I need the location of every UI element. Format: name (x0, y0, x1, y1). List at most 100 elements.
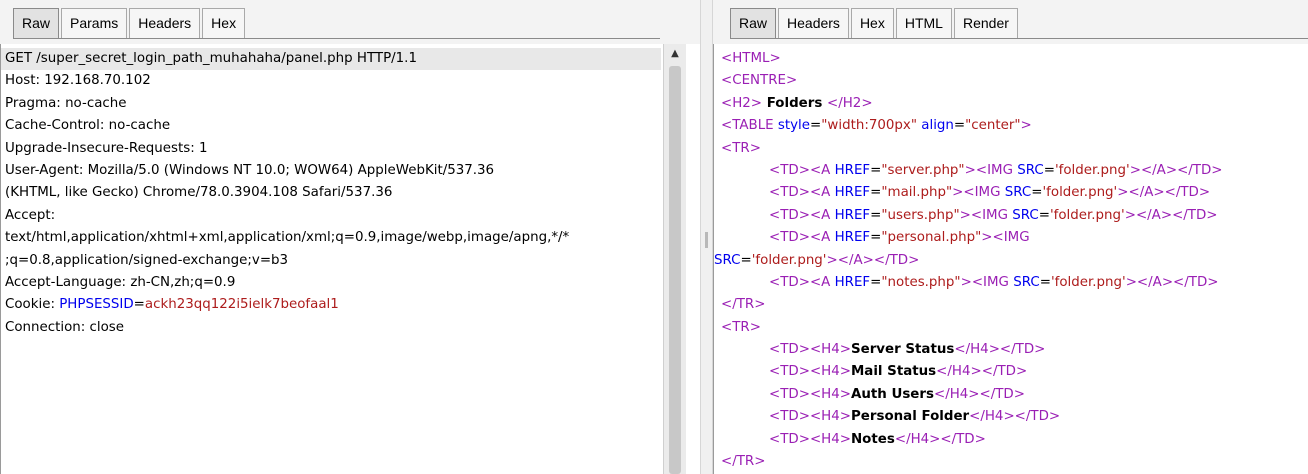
header-line[interactable]: Host: 192.168.70.102 (5, 70, 661, 92)
header-line[interactable]: text/html,application/xhtml+xml,applicat… (5, 227, 661, 249)
href-value: "personal.php" (881, 230, 982, 246)
code-line[interactable]: <TR> (721, 138, 1308, 160)
img-tag: <IMG (992, 230, 1030, 246)
h4-open-tag: <H4> (809, 409, 851, 425)
cookie-name[interactable]: PHPSESSID (59, 297, 133, 312)
src-attr: SRC (1013, 274, 1040, 290)
href-attr: HREF (834, 207, 871, 223)
h4-text: Server Status (850, 342, 955, 358)
header-line[interactable]: User-Agent: Mozilla/5.0 (Windows NT 10.0… (5, 160, 661, 182)
code-line[interactable]: <H2> Folders </H2> (721, 93, 1308, 115)
code-line[interactable]: SRC='folder.png'></A></TD> (714, 250, 1308, 272)
html-tag: <HTML> (721, 51, 781, 66)
header-line[interactable]: Accept-Language: zh-CN,zh;q=0.9 (5, 272, 661, 294)
code-line[interactable]: <TD><A HREF="notes.php"><IMG SRC='folder… (721, 272, 1308, 294)
href-attr: HREF (834, 185, 871, 201)
tab-html[interactable]: HTML (895, 8, 952, 38)
request-line[interactable]: GET /super_secret_login_path_muhahaha/pa… (1, 48, 661, 71)
header-line[interactable]: Accept: (5, 205, 661, 227)
href-attr: HREF (834, 230, 871, 246)
a-open-tag: <A (809, 185, 831, 201)
img-tag: <IMG (975, 162, 1013, 178)
request-scrollbar[interactable]: ▲ (663, 44, 686, 474)
tr-open-tag: <TR> (721, 140, 761, 156)
h2-text: Folders (762, 95, 827, 111)
td-close-tag: </TD> (1172, 207, 1218, 223)
code-line[interactable]: <HTML> (721, 48, 1308, 70)
cookie-value[interactable]: ackh23qq122i5ielk7beofaal1 (145, 297, 339, 312)
h4-open-tag: <H4> (809, 364, 851, 380)
h4-close-tag: </H4> (933, 386, 980, 402)
img-tag: <IMG (970, 207, 1008, 223)
response-editor[interactable]: <HTML> <CENTRE> <H2> Folders </H2> <TABL… (713, 44, 1308, 474)
code-line[interactable]: </TR> (721, 451, 1308, 473)
href-attr: HREF (834, 274, 871, 290)
tab-hex[interactable]: Hex (850, 8, 894, 38)
h4-open-tag: <H4> (809, 342, 851, 358)
src-attr: SRC (1012, 207, 1039, 223)
style-value: "width:700px" (821, 118, 917, 134)
code-line[interactable]: <TD><H4>Personal Folder</H4></TD> (721, 406, 1308, 428)
a-close-tag: </A> (1136, 274, 1174, 290)
code-line[interactable]: <TD><H4>Mail Status</H4></TD> (721, 361, 1308, 383)
td-close-tag: </TD> (940, 431, 986, 447)
td-open-tag: <TD> (769, 274, 810, 290)
code-line[interactable]: <TABLE style="width:700px" align="center… (721, 115, 1308, 137)
header-line[interactable]: Upgrade-Insecure-Requests: 1 (5, 138, 661, 160)
img-tag: <IMG (963, 185, 1001, 201)
src-value: 'folder.png' (751, 252, 827, 268)
code-line[interactable]: <TD><H4>Auth Users</H4></TD> (721, 384, 1308, 406)
h4-close-tag: </H4> (936, 364, 982, 380)
a-open-tag: <A (809, 207, 831, 223)
tab-headers[interactable]: Headers (778, 8, 849, 38)
tab-headers[interactable]: Headers (129, 8, 201, 38)
td-close-tag: </TD> (1014, 409, 1061, 425)
gt: > (959, 207, 971, 223)
scroll-up-arrow-icon[interactable]: ▲ (664, 46, 686, 62)
code-line[interactable]: <TD><H4>Notes</H4></TD> (721, 429, 1308, 451)
h4-open-tag: <H4> (809, 386, 851, 402)
code-line[interactable]: <CENTRE> (721, 70, 1308, 92)
code-line[interactable]: <TD><A HREF="mail.php"><IMG SRC='folder.… (721, 182, 1308, 204)
response-pane: Raw Headers Hex HTML Render <HTML> <CENT… (713, 0, 1308, 474)
request-editor[interactable]: GET /super_secret_login_path_muhahaha/pa… (0, 44, 661, 474)
header-line[interactable]: Cache-Control: no-cache (5, 115, 661, 137)
code-line[interactable]: <TD><A HREF="personal.php"><IMG (721, 227, 1308, 249)
tab-raw[interactable]: Raw (730, 8, 777, 38)
header-line[interactable]: ;q=0.8,application/signed-exchange;v=b3 (5, 250, 661, 272)
td-open-tag: <TD> (769, 185, 810, 201)
code-line[interactable]: <TD><A HREF="server.php"><IMG SRC='folde… (721, 160, 1308, 182)
tab-hex[interactable]: Hex (202, 8, 246, 38)
header-line[interactable]: Pragma: no-cache (5, 93, 661, 115)
a-open-tag: <A (809, 230, 831, 246)
td-open-tag: <TD> (769, 207, 810, 223)
src-attr: SRC (1004, 185, 1032, 201)
code-line[interactable]: <TD><H4>Server Status</H4></TD> (721, 339, 1308, 361)
code-line[interactable]: </TR> (721, 294, 1308, 316)
request-pane: Raw Params Headers Hex GET /super_secret… (0, 0, 700, 474)
h4-text: Personal Folder (850, 409, 970, 425)
tab-raw[interactable]: Raw (13, 8, 60, 38)
tr-close-tag: </TR> (721, 297, 766, 313)
td-open-tag: <TD> (769, 409, 810, 425)
cookie-line[interactable]: Cookie: PHPSESSID=ackh23qq122i5ielk7beof… (5, 294, 661, 316)
pane-splitter[interactable] (700, 0, 713, 474)
gt: > (1124, 207, 1136, 223)
splitter-grip-icon[interactable] (705, 232, 708, 248)
centre-tag: <CENTRE> (721, 73, 798, 89)
code-line[interactable]: <TD><A HREF="users.php"><IMG SRC='folder… (721, 205, 1308, 227)
h4-text: Notes (850, 431, 895, 447)
td-close-tag: </TD> (979, 386, 1025, 402)
src-attr: SRC (1017, 162, 1044, 178)
code-line[interactable]: <TR> (721, 317, 1308, 339)
header-line[interactable]: Connection: close (5, 317, 661, 339)
scroll-thumb[interactable] (669, 66, 681, 474)
header-line[interactable]: (KHTML, like Gecko) Chrome/78.0.3904.108… (5, 182, 661, 204)
tab-divider (730, 38, 1308, 39)
h4-text: Mail Status (850, 364, 937, 380)
tab-render[interactable]: Render (953, 8, 1018, 38)
href-value: "mail.php" (881, 185, 953, 201)
src-value: 'folder.png' (1050, 274, 1126, 290)
tab-params[interactable]: Params (61, 8, 128, 38)
h4-close-tag: </H4> (894, 431, 941, 447)
